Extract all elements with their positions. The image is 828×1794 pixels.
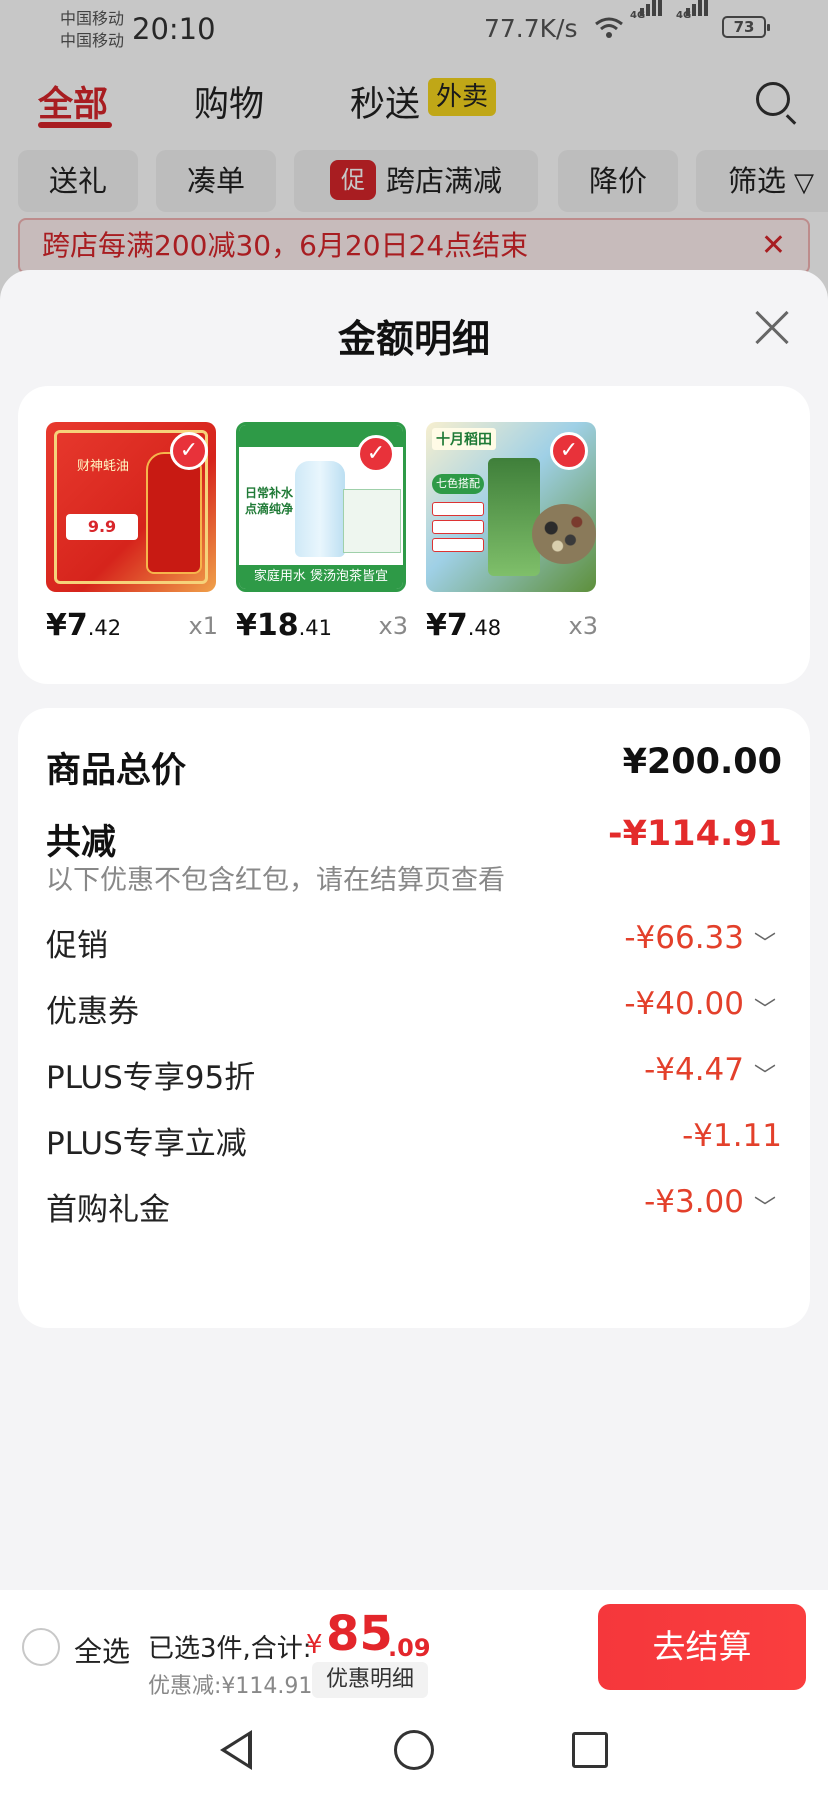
product-image-text: 日常补水 点滴纯净 <box>245 486 294 516</box>
total-price-value: ¥200.00 <box>622 742 782 782</box>
discount-value: -¥66.33 <box>624 920 744 956</box>
chevron-down-icon: ﹀ <box>753 998 776 1023</box>
check-icon: ✓ <box>550 432 588 470</box>
product-image-footer: 家庭用水 煲汤泡茶皆宜 <box>239 565 403 589</box>
discount-value: -¥40.00 <box>624 986 744 1022</box>
discount-label: 优惠券 <box>46 994 139 1030</box>
overlay-dim[interactable] <box>0 0 828 300</box>
discount-label: PLUS专享95折 <box>46 1060 256 1096</box>
product-image: 财神蚝油 9.9 ✓ <box>46 422 216 592</box>
product-image: 日常补水 点滴纯净 家庭用水 煲汤泡茶皆宜 ✓ <box>236 422 406 592</box>
discount-label: 首购礼金 <box>46 1192 170 1228</box>
products-card: 财神蚝油 9.9 ✓ ¥7.42 x1 日常补水 点滴纯净 家庭用水 煲汤泡茶皆… <box>18 386 810 684</box>
sheet-title: 金额明细 <box>337 317 490 361</box>
check-icon: ✓ <box>170 432 208 470</box>
product-image-text: 财神蚝油 <box>76 459 129 474</box>
discount-label: PLUS专享立减 <box>46 1126 247 1162</box>
discount-value: -¥4.47 <box>644 1052 744 1088</box>
discount-summary: 优惠减:¥114.91 <box>148 1674 313 1699</box>
product-image: 十月稻田 七色搭配 ✓ <box>426 422 596 592</box>
discount-label: 促销 <box>46 928 108 964</box>
chevron-down-icon: ﹀ <box>753 1064 776 1089</box>
product-price: ¥7.42 <box>46 608 122 643</box>
checkout-button[interactable]: 去结算 <box>598 1604 806 1690</box>
close-icon[interactable] <box>748 304 796 352</box>
amount-details-card: 商品总价 ¥200.00 共减 -¥114.91 以下优惠不包含红包，请在结算页… <box>18 708 810 1328</box>
product-image-text: 十月稻田 <box>432 428 496 450</box>
product-qty: x3 <box>378 612 408 640</box>
product-price: ¥7.48 <box>426 608 502 643</box>
selected-summary: 已选3件,合计: <box>148 1634 312 1664</box>
total-reduce-value: -¥114.91 <box>608 814 782 854</box>
check-icon: ✓ <box>357 435 395 473</box>
discount-note: 以下优惠不包含红包，请在结算页查看 <box>46 865 505 896</box>
amount-detail-sheet: 金额明细 财神蚝油 9.9 ✓ ¥7.42 x1 日常补水 点滴纯净 家庭用水 … <box>0 270 828 1794</box>
chevron-down-icon: ﹀ <box>753 932 776 957</box>
product-image-tag: 七色搭配 <box>432 474 484 494</box>
discount-value: -¥3.00 <box>644 1184 744 1220</box>
total-amount-dec: .09 <box>388 1634 431 1662</box>
recent-apps-icon[interactable] <box>572 1732 608 1768</box>
total-symbol: ¥ <box>306 1630 323 1660</box>
chevron-down-icon: ﹀ <box>753 1196 776 1221</box>
back-icon[interactable] <box>220 1730 252 1770</box>
system-nav-bar <box>0 1704 828 1794</box>
discount-value: -¥1.11 <box>682 1118 782 1154</box>
product-qty: x3 <box>568 612 598 640</box>
home-icon[interactable] <box>394 1730 434 1770</box>
product-image-price: 9.9 <box>66 514 138 540</box>
total-price-label: 商品总价 <box>46 751 187 791</box>
discount-detail-button[interactable]: 优惠明细 <box>312 1662 429 1698</box>
total-amount-int: 85 <box>326 1606 393 1662</box>
select-all-label[interactable]: 全选 <box>74 1630 130 1670</box>
product-qty: x1 <box>188 612 218 640</box>
checkout-bar: 全选 已选3件,合计: ¥ 85 .09 优惠减:¥114.91 优惠明细 去结… <box>0 1590 828 1704</box>
select-all-radio[interactable] <box>22 1628 60 1666</box>
product-price: ¥18.41 <box>236 608 333 643</box>
